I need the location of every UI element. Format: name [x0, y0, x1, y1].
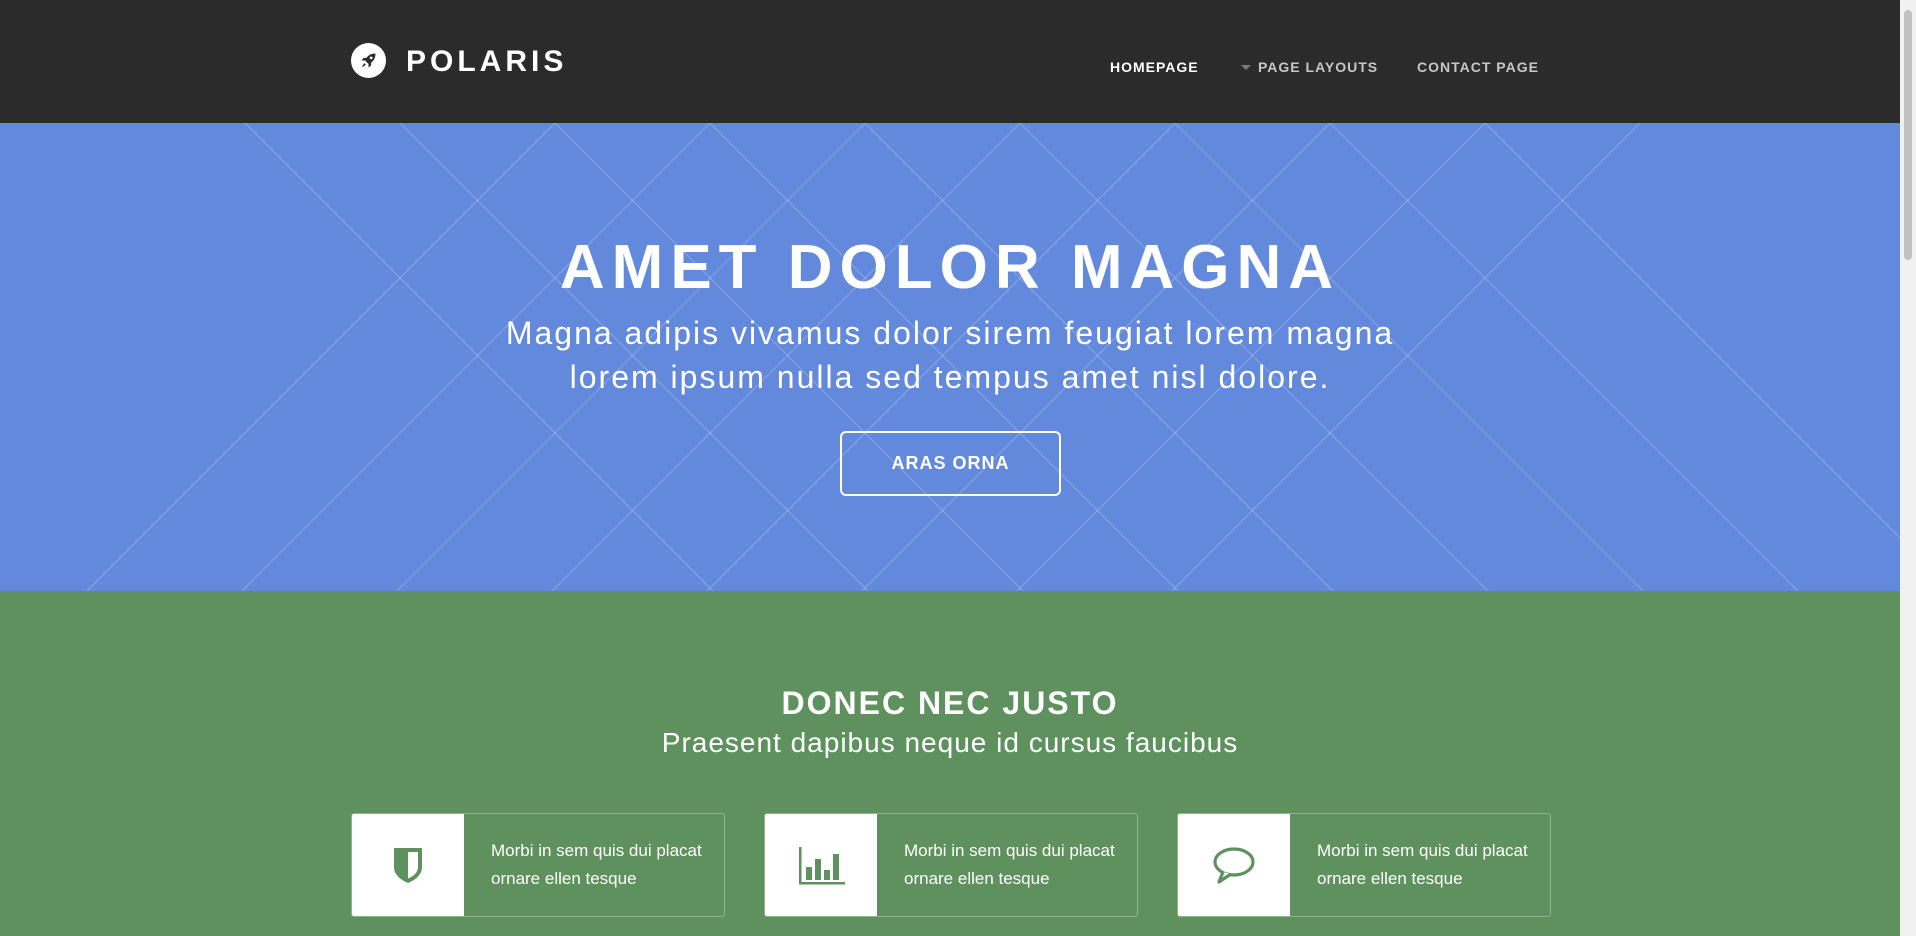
- bar-chart-icon: [799, 847, 845, 885]
- logo-badge[interactable]: [351, 43, 386, 78]
- features-subtitle: Praesent dapibus neque id cursus faucibu…: [661, 727, 1239, 758]
- rocket-icon: [361, 53, 376, 68]
- comment-icon: [1213, 847, 1255, 884]
- hero-subtitle: Magna adipis vivamus dolor sirem feugiat…: [450, 311, 1450, 399]
- hero-subtitle-line-2: lorem ipsum nulla sed tempus amet nisl d…: [569, 359, 1331, 395]
- nav-contact-page[interactable]: CONTACT PAGE: [1417, 59, 1539, 75]
- feature-icon-box: [352, 814, 464, 916]
- hero-banner: AMET DOLOR MAGNA Magna adipis vivamus do…: [0, 123, 1900, 591]
- shield-icon: [394, 848, 422, 883]
- feature-card-text: Morbi in sem quis dui placat ornare elle…: [904, 841, 1115, 888]
- nav-page-layouts[interactable]: PAGE LAYOUTS: [1258, 59, 1378, 75]
- features-section: DONEC NEC JUSTO Praesent dapibus neque i…: [0, 591, 1900, 936]
- feature-icon-box: [1178, 814, 1290, 916]
- scrollbar-thumb[interactable]: [1904, 10, 1912, 260]
- chevron-down-icon: [1241, 65, 1251, 70]
- feature-card: Morbi in sem quis dui placat ornare elle…: [764, 813, 1138, 917]
- hero-cta-button[interactable]: ARAS ORNA: [840, 431, 1061, 496]
- nav-homepage[interactable]: HOMEPAGE: [1110, 59, 1199, 75]
- feature-card: Morbi in sem quis dui placat ornare elle…: [351, 813, 725, 917]
- hero-title: AMET DOLOR MAGNA: [559, 233, 1341, 302]
- page-scrollbar[interactable]: [1900, 0, 1916, 936]
- feature-icon-box: [765, 814, 877, 916]
- site-logo-text[interactable]: POLARIS: [406, 44, 567, 80]
- feature-card-text: Morbi in sem quis dui placat ornare elle…: [491, 841, 702, 888]
- site-header: POLARIS HOMEPAGE PAGE LAYOUTS CONTACT PA…: [0, 0, 1900, 123]
- features-title: DONEC NEC JUSTO: [781, 685, 1119, 721]
- feature-card: Morbi in sem quis dui placat ornare elle…: [1177, 813, 1551, 917]
- feature-card-text: Morbi in sem quis dui placat ornare elle…: [1317, 841, 1528, 888]
- hero-subtitle-line-1: Magna adipis vivamus dolor sirem feugiat…: [505, 315, 1395, 351]
